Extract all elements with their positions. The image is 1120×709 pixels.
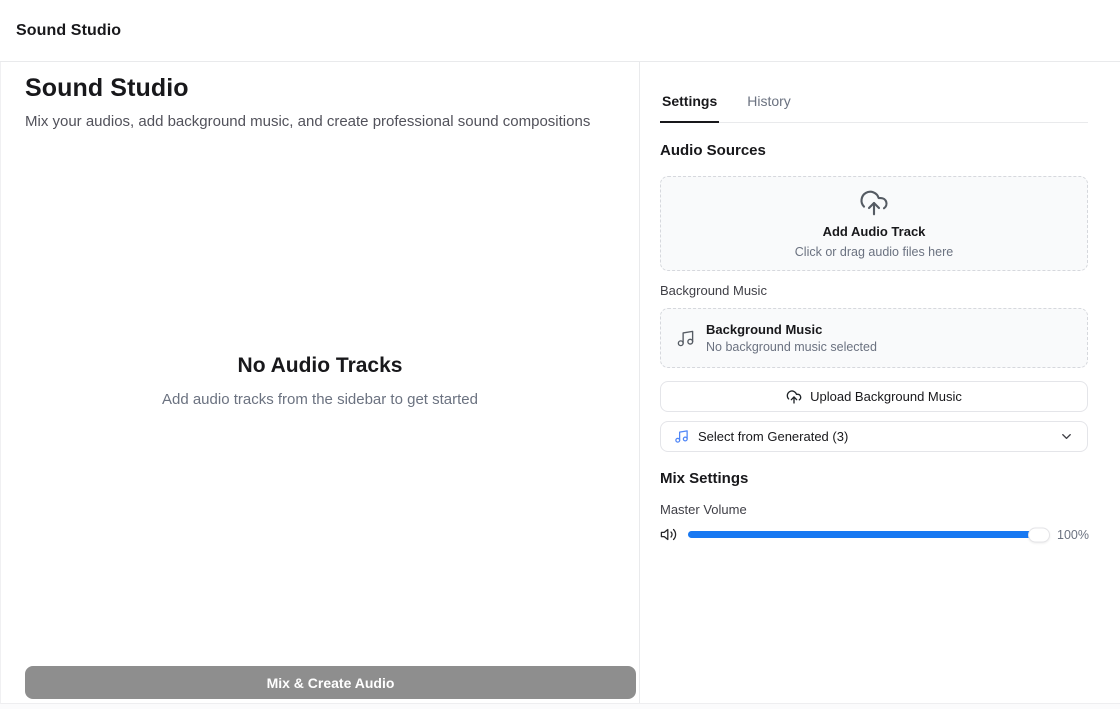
editor-panel: Sound Studio Mix your audios, add backgr… xyxy=(1,62,639,703)
master-volume-thumb[interactable] xyxy=(1028,527,1050,542)
cloud-upload-icon xyxy=(859,188,889,218)
upload-background-music-label: Upload Background Music xyxy=(810,389,962,404)
empty-state: No Audio Tracks Add audio tracks from th… xyxy=(1,353,639,407)
editor-header: Sound Studio Mix your audios, add backgr… xyxy=(1,62,639,130)
audio-track-dropzone[interactable]: Add Audio Track Click or drag audio file… xyxy=(660,176,1088,271)
music-note-blue-icon xyxy=(674,429,689,444)
background-music-status-title: Background Music xyxy=(706,322,877,337)
master-volume-row: 100% xyxy=(660,526,1088,543)
chevron-down-icon xyxy=(1059,429,1074,444)
mix-create-audio-button[interactable]: Mix & Create Audio xyxy=(25,666,636,699)
master-volume-value: 100% xyxy=(1057,528,1088,542)
app-title: Sound Studio xyxy=(16,22,121,40)
background-music-status: Background Music No background music sel… xyxy=(660,308,1088,368)
master-volume-label: Master Volume xyxy=(660,502,1088,517)
master-volume-slider[interactable] xyxy=(688,531,1049,538)
page-subtitle: Mix your audios, add background music, a… xyxy=(25,113,615,130)
cloud-upload-small-icon xyxy=(786,389,802,405)
dropzone-hint: Click or drag audio files here xyxy=(795,245,953,259)
select-from-generated-dropdown[interactable]: Select from Generated (3) xyxy=(660,421,1088,452)
empty-state-title: No Audio Tracks xyxy=(1,353,639,377)
background-music-status-subtitle: No background music selected xyxy=(706,340,877,354)
main-content: Sound Studio Mix your audios, add backgr… xyxy=(0,62,1120,704)
page-title: Sound Studio xyxy=(25,74,615,103)
mix-settings-heading: Mix Settings xyxy=(660,470,1088,487)
upload-background-music-button[interactable]: Upload Background Music xyxy=(660,381,1088,412)
sidebar-tabs: Settings History xyxy=(660,93,1088,123)
volume-speaker-icon xyxy=(660,526,677,543)
background-music-status-text: Background Music No background music sel… xyxy=(706,322,877,354)
top-header: Sound Studio xyxy=(0,0,1120,62)
music-note-icon xyxy=(676,329,695,348)
dropzone-title: Add Audio Track xyxy=(823,224,926,239)
tab-history[interactable]: History xyxy=(745,93,793,122)
audio-sources-heading: Audio Sources xyxy=(660,142,1088,159)
select-from-generated-label: Select from Generated (3) xyxy=(698,429,848,444)
tab-settings[interactable]: Settings xyxy=(660,93,719,122)
master-volume-fill xyxy=(688,531,1049,538)
sound-studio-app: Sound Studio Sound Studio Mix your audio… xyxy=(0,0,1120,709)
background-music-label: Background Music xyxy=(660,283,1088,298)
empty-state-subtitle: Add audio tracks from the sidebar to get… xyxy=(1,390,639,407)
settings-sidebar: Settings History Audio Sources Add Audio… xyxy=(639,62,1120,703)
